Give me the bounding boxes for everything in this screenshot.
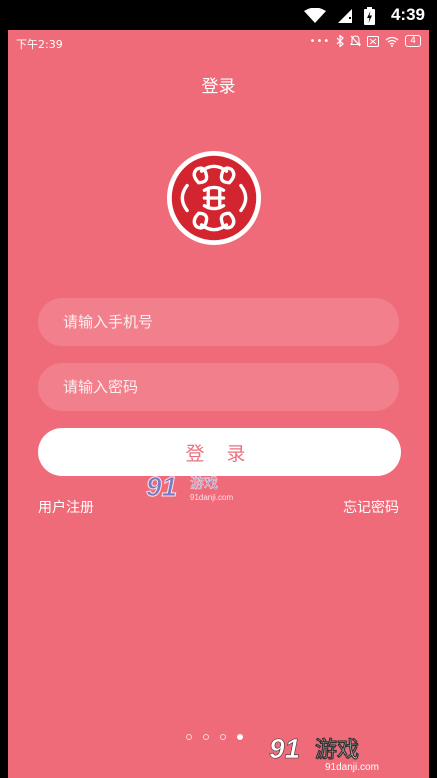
app-screen: 下午2:39 ••• 4 登录 请输入手机号 登 录 用户注册 忘记密码 91 …: [8, 30, 429, 778]
svg-text:91: 91: [146, 471, 177, 502]
svg-text:游戏: 游戏: [315, 737, 359, 763]
page-dot[interactable]: [220, 734, 226, 740]
wifi-small-icon: [385, 36, 399, 47]
app-logo-icon: [166, 150, 262, 246]
battery-small-icon: 4: [405, 35, 421, 47]
page-title: 登录: [201, 77, 236, 97]
phone-input[interactable]: [38, 312, 399, 332]
more-dots-icon: •••: [309, 35, 331, 47]
wifi-icon: [304, 8, 326, 23]
mute-icon: [350, 35, 362, 47]
page-dot-active[interactable]: [237, 734, 243, 740]
app-status-icons: ••• 4: [310, 35, 421, 47]
svg-text:91: 91: [269, 733, 300, 764]
watermark-corner-logo: 91 游戏 91danji.com: [263, 728, 423, 773]
forgot-password-link[interactable]: 忘记密码: [343, 497, 399, 517]
password-input[interactable]: [38, 377, 399, 397]
device-status-bar: 4:39: [0, 0, 437, 30]
watermark-logo: 91 游戏 91danji.com: [144, 466, 240, 510]
bluetooth-icon: [336, 35, 345, 47]
svg-text:91danji.com: 91danji.com: [190, 493, 233, 502]
device-status-icons: [304, 7, 375, 25]
device-clock: 4:39: [390, 5, 425, 24]
app-clock: 下午2:39: [16, 38, 63, 51]
battery-charging-icon: [364, 7, 375, 25]
register-link[interactable]: 用户注册: [38, 497, 94, 517]
page-dot[interactable]: [203, 734, 209, 740]
phone-field[interactable]: [38, 298, 399, 346]
password-field[interactable]: [38, 363, 399, 411]
svg-text:游戏: 游戏: [190, 476, 218, 492]
sim-no-signal-icon: [338, 9, 352, 23]
page-indicator: [186, 734, 243, 740]
svg-text:91danji.com: 91danji.com: [325, 762, 379, 772]
app-status-bar: 下午2:39 ••• 4: [8, 30, 429, 56]
page-dot[interactable]: [186, 734, 192, 740]
screen-record-icon: [367, 35, 380, 47]
